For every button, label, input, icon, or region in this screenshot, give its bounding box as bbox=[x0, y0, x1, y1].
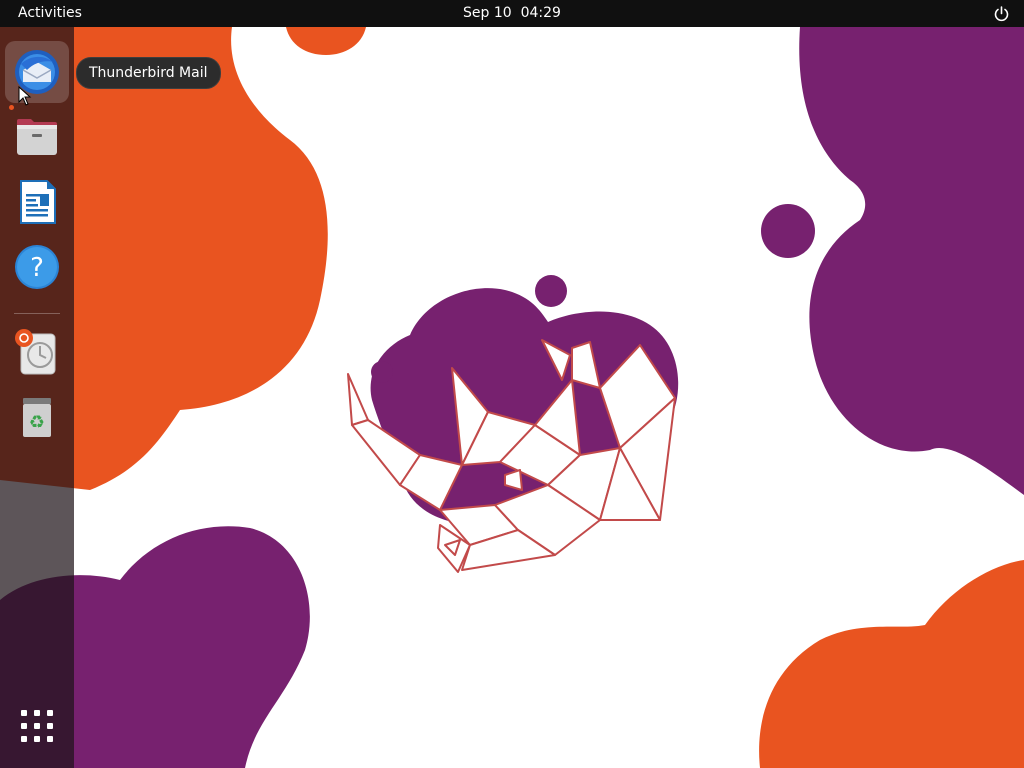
help-icon: ? bbox=[15, 245, 59, 289]
svg-text:?: ? bbox=[30, 253, 44, 283]
clock-button[interactable]: Sep 10 04:29 bbox=[432, 0, 592, 27]
power-icon[interactable] bbox=[993, 5, 1010, 22]
clock-date: Sep 10 bbox=[463, 5, 512, 21]
dock: ? ♻ bbox=[0, 27, 74, 768]
dock-item-trash[interactable]: ♻ bbox=[5, 386, 69, 448]
trash-icon: ♻ bbox=[23, 398, 51, 437]
dock-item-files[interactable] bbox=[5, 106, 69, 168]
writer-icon bbox=[20, 180, 56, 224]
top-bar: Activities Sep 10 04:29 bbox=[0, 0, 1024, 27]
clock-time: 04:29 bbox=[520, 5, 561, 21]
software-updater-icon bbox=[15, 329, 56, 375]
files-icon bbox=[17, 119, 57, 155]
dock-item-help[interactable]: ? bbox=[5, 236, 69, 298]
desktop: Activities Sep 10 04:29 ? ♻ Thunderbird … bbox=[0, 0, 1024, 768]
dock-item-writer[interactable] bbox=[5, 171, 69, 233]
app-grid-icon[interactable] bbox=[17, 706, 57, 746]
dock-separator bbox=[14, 313, 60, 314]
mouse-cursor-icon bbox=[18, 86, 32, 106]
wallpaper bbox=[0, 27, 1024, 768]
dock-item-thunderbird[interactable] bbox=[5, 41, 69, 110]
dock-item-software-updater[interactable] bbox=[5, 321, 69, 383]
dock-tooltip: Thunderbird Mail bbox=[76, 57, 221, 89]
activities-button[interactable]: Activities bbox=[8, 0, 92, 27]
svg-text:♻: ♻ bbox=[29, 412, 45, 433]
